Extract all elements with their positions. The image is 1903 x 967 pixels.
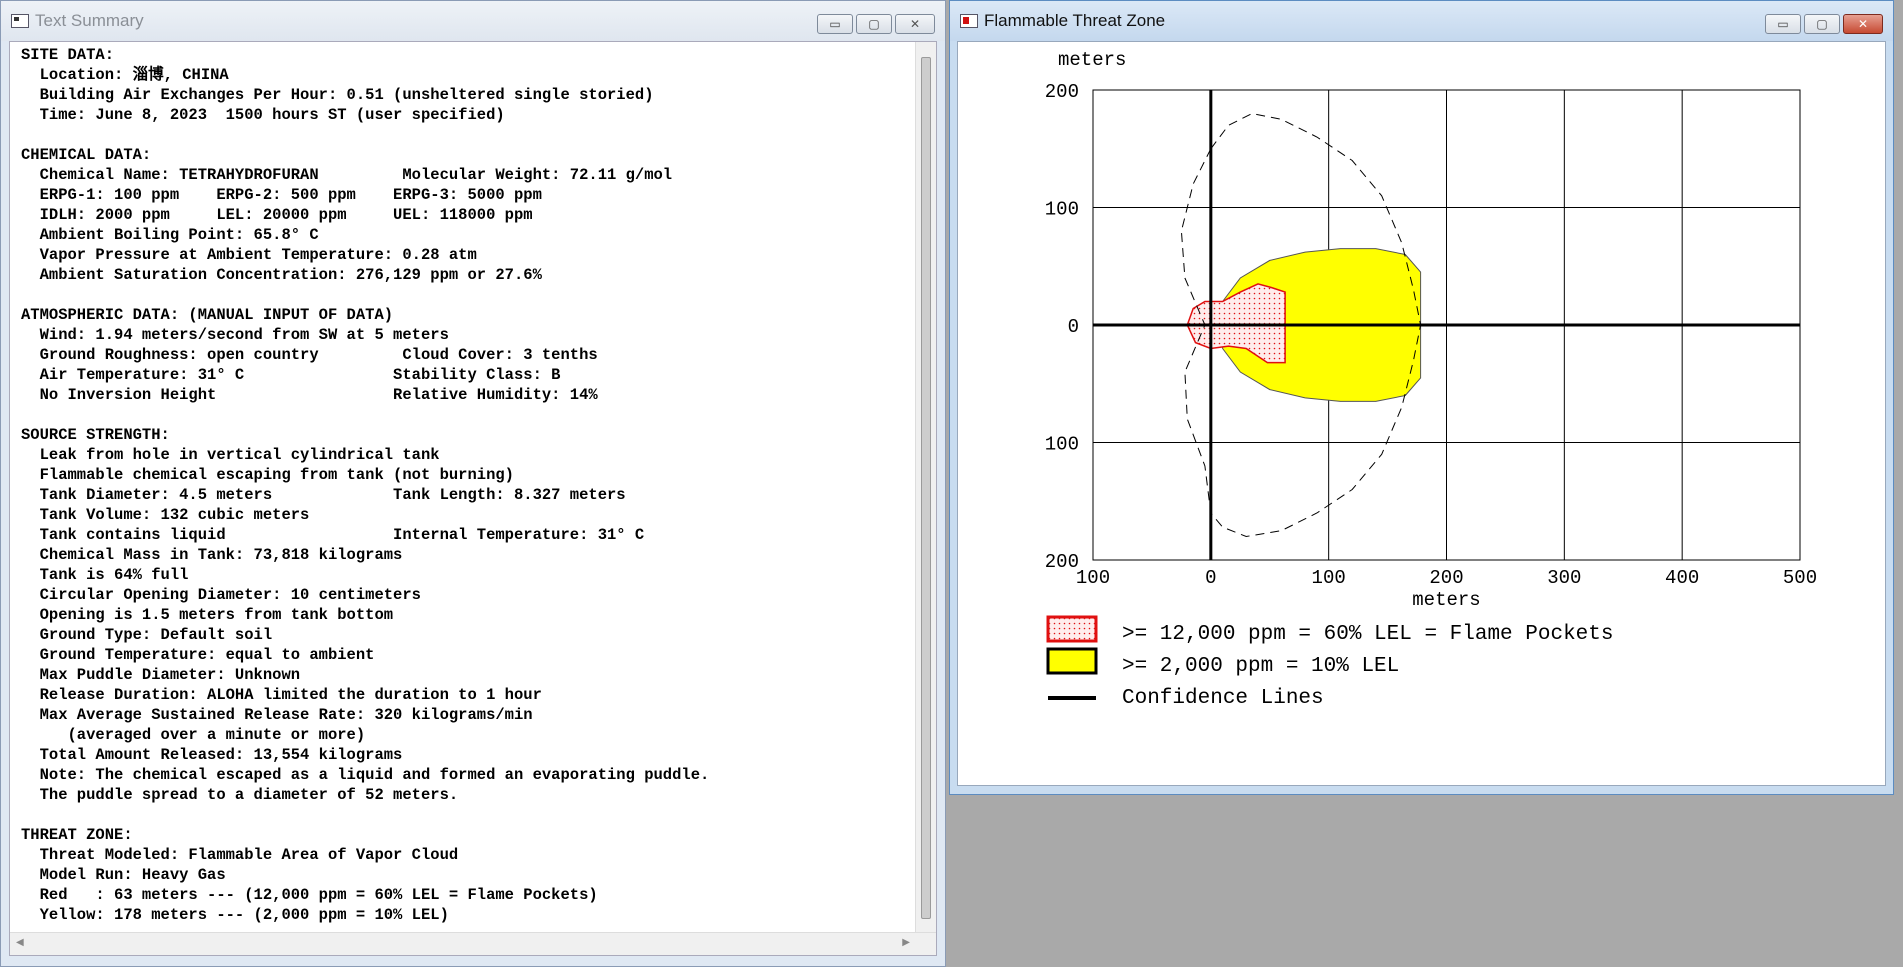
- text-summary-content: SITE DATA: Location: 淄博, CHINA Building …: [9, 41, 937, 956]
- summary-line: Building Air Exchanges Per Hour: 0.51 (u…: [21, 86, 654, 104]
- summary-line: Tank contains liquid Internal Temperatur…: [21, 526, 645, 544]
- summary-line: Total Amount Released: 13,554 kilograms: [21, 746, 403, 764]
- summary-line: Flammable chemical escaping from tank (n…: [21, 466, 514, 484]
- summary-line: CHEMICAL DATA:: [21, 146, 152, 164]
- threat-zone-chart: 100 0 100 200 300 400 5002001000100200metersme…: [1045, 49, 1817, 710]
- summary-line: Opening is 1.5 meters from tank bottom: [21, 606, 394, 624]
- y-tick-label: 100: [1045, 434, 1079, 456]
- minimize-button[interactable]: ▭: [817, 14, 853, 34]
- summary-line: Vapor Pressure at Ambient Temperature: 0…: [21, 246, 477, 264]
- window-app-icon: [11, 14, 29, 28]
- x-tick-label: 0: [1205, 567, 1216, 589]
- summary-line: THREAT ZONE:: [21, 826, 133, 844]
- summary-line: Ground Type: Default soil: [21, 626, 273, 644]
- summary-line: Max Average Sustained Release Rate: 320 …: [21, 706, 533, 724]
- y-tick-label: 200: [1045, 551, 1079, 573]
- legend-label: Confidence Lines: [1122, 687, 1324, 710]
- maximize-button[interactable]: ▢: [856, 14, 892, 34]
- summary-line: Ground Temperature: equal to ambient: [21, 646, 375, 664]
- plot-area: 100 0 100 200 300 400 500 200 100 0 100 200 meters me…: [957, 41, 1886, 786]
- summary-line: SOURCE STRENGTH:: [21, 426, 170, 444]
- horizontal-scrollbar[interactable]: ◀ ▶: [10, 932, 936, 955]
- x-tick-label: 100: [1076, 567, 1110, 589]
- y-axis-label: meters: [1058, 49, 1126, 71]
- summary-line: Tank Diameter: 4.5 meters Tank Length: 8…: [21, 486, 626, 504]
- legend-label: >= 12,000 ppm = 60% LEL = Flame Pockets: [1122, 623, 1613, 646]
- x-tick-label: 400: [1665, 567, 1699, 589]
- y-tick-label: 200: [1045, 81, 1079, 103]
- threat-zone-titlebar[interactable]: Flammable Threat Zone ▭ ▢ ✕: [950, 1, 1893, 41]
- summary-line: Tank is 64% full: [21, 566, 189, 584]
- summary-line: Release Duration: ALOHA limited the dura…: [21, 686, 542, 704]
- y-tick-label: 100: [1045, 199, 1079, 221]
- summary-line: Note: The chemical escaped as a liquid a…: [21, 766, 710, 784]
- summary-line: Max Puddle Diameter: Unknown: [21, 666, 301, 684]
- summary-line: Location: 淄博, CHINA: [21, 66, 229, 84]
- summary-line: Time: June 8, 2023 1500 hours ST (user s…: [21, 106, 505, 124]
- summary-line: Chemical Name: TETRAHYDROFURAN Molecular…: [21, 166, 673, 184]
- minimize-button[interactable]: ▭: [1765, 14, 1801, 34]
- summary-line: SITE DATA:: [21, 46, 115, 64]
- legend-swatch-red: [1046, 615, 1098, 643]
- summary-line: Tank Volume: 132 cubic meters: [21, 506, 310, 524]
- summary-line: Ground Roughness: open country Cloud Cov…: [21, 346, 598, 364]
- summary-line: Leak from hole in vertical cylindrical t…: [21, 446, 440, 464]
- legend-label: >= 2,000 ppm = 10% LEL: [1122, 655, 1399, 678]
- summary-line: ATMOSPHERIC DATA: (MANUAL INPUT OF DATA): [21, 306, 394, 324]
- summary-line: Threat Modeled: Flammable Area of Vapor …: [21, 846, 459, 864]
- text-summary-window: Text Summary ▭ ▢ ✕ SITE DATA: Location: …: [0, 0, 946, 967]
- vertical-scroll-thumb[interactable]: [921, 57, 931, 919]
- window-title: Text Summary: [35, 11, 144, 30]
- summary-line: Red : 63 meters --- (12,000 ppm = 60% LE…: [21, 886, 598, 904]
- scroll-right-arrow-icon[interactable]: ▶: [902, 937, 910, 948]
- summary-text: SITE DATA: Location: 淄博, CHINA Building …: [21, 45, 709, 925]
- text-summary-titlebar[interactable]: Text Summary ▭ ▢ ✕: [1, 1, 945, 41]
- close-button[interactable]: ✕: [895, 14, 935, 34]
- summary-line: Chemical Mass in Tank: 73,818 kilograms: [21, 546, 403, 564]
- x-tick-label: 500: [1783, 567, 1817, 589]
- x-axis-label: meters: [1412, 589, 1480, 611]
- summary-line: Model Run: Heavy Gas: [21, 866, 226, 884]
- close-button[interactable]: ✕: [1843, 14, 1883, 34]
- summary-line: IDLH: 2000 ppm LEL: 20000 ppm UEL: 11800…: [21, 206, 533, 224]
- x-tick-label: 100: [1312, 567, 1346, 589]
- legend-swatch-yellow: [1046, 647, 1098, 675]
- x-tick-label: 300: [1547, 567, 1581, 589]
- summary-line: No Inversion Height Relative Humidity: 1…: [21, 386, 598, 404]
- summary-line: (averaged over a minute or more): [21, 726, 366, 744]
- x-tick-label: 200: [1429, 567, 1463, 589]
- y-tick-label: 0: [1068, 316, 1079, 338]
- maximize-button[interactable]: ▢: [1804, 14, 1840, 34]
- summary-line: Wind: 1.94 meters/second from SW at 5 me…: [21, 326, 449, 344]
- summary-line: The puddle spread to a diameter of 52 me…: [21, 786, 459, 804]
- window-title: Flammable Threat Zone: [984, 11, 1166, 30]
- window-app-icon: [960, 14, 978, 28]
- scroll-left-arrow-icon[interactable]: ◀: [16, 937, 24, 948]
- summary-line: ERPG-1: 100 ppm ERPG-2: 500 ppm ERPG-3: …: [21, 186, 542, 204]
- summary-line: Ambient Saturation Concentration: 276,12…: [21, 266, 542, 284]
- summary-line: Yellow: 178 meters --- (2,000 ppm = 10% …: [21, 906, 449, 924]
- summary-line: Air Temperature: 31° C Stability Class: …: [21, 366, 561, 384]
- summary-line: Ambient Boiling Point: 65.8° C: [21, 226, 319, 244]
- vertical-scrollbar[interactable]: [915, 42, 936, 932]
- summary-line: Circular Opening Diameter: 10 centimeter…: [21, 586, 421, 604]
- threat-zone-window: Flammable Threat Zone ▭ ▢ ✕ 100 0 100 200 30…: [949, 0, 1894, 795]
